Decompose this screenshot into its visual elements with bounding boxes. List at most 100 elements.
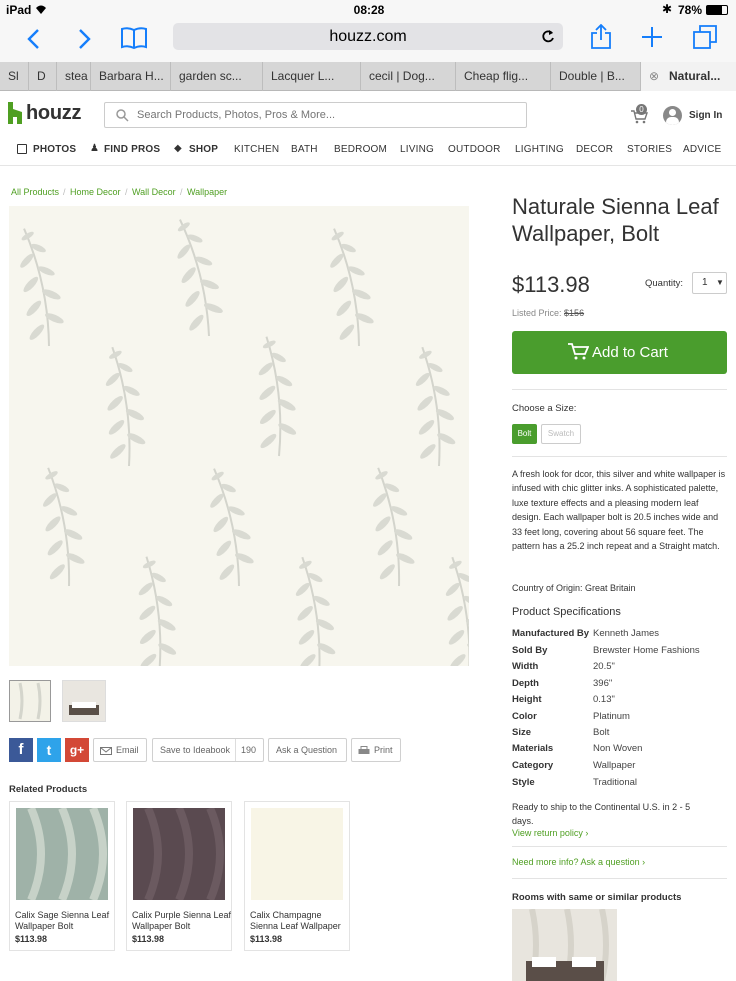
tab[interactable]: Lacquer L... [262, 62, 360, 91]
size-label: Choose a Size: [512, 403, 577, 414]
nav-kitchen[interactable]: KITCHEN [234, 144, 279, 155]
tab-strip: Sl D stea Barbara H... garden sc... Lacq… [0, 62, 736, 91]
product-image[interactable] [9, 206, 469, 666]
room-photo-image [526, 909, 609, 981]
add-to-cart-button[interactable]: Add to Cart [512, 331, 727, 374]
nav-decor[interactable]: DECOR [576, 144, 613, 155]
email-button[interactable]: Email [93, 738, 147, 762]
google-plus-share-icon[interactable]: g+ [65, 738, 89, 762]
tab-label: Natural... [669, 69, 721, 83]
tab[interactable]: Sl [0, 62, 28, 91]
user-avatar-icon[interactable] [663, 106, 682, 125]
breadcrumb-link[interactable]: Wall Decor [132, 187, 176, 197]
ideabook-count: 190 [241, 745, 257, 755]
breadcrumb-link[interactable]: All Products [11, 187, 59, 197]
nav-shop[interactable]: SHOP [189, 144, 218, 155]
tab-label: cecil | Dog... [369, 69, 435, 83]
country-of-origin: Country of Origin: Great Britain [512, 583, 636, 593]
size-option-swatch[interactable]: Swatch [541, 424, 581, 444]
shop-tag-icon: ◆ [174, 143, 182, 154]
listed-price-label: Listed Price: [512, 308, 562, 318]
tab[interactable]: Cheap flig... [455, 62, 550, 91]
ask-question-link[interactable]: Need more info? Ask a question › [512, 857, 645, 867]
search-box[interactable] [104, 102, 527, 128]
thumbnail-pattern[interactable] [9, 680, 51, 722]
photos-icon [17, 144, 27, 154]
sign-in-link[interactable]: Sign In [689, 110, 722, 121]
return-policy-link[interactable]: View return policy › [512, 828, 588, 838]
close-tab-icon[interactable]: ⊗ [649, 62, 659, 91]
spec-value: Bolt [593, 727, 610, 738]
related-product-card[interactable]: Calix Purple Sienna Leaf Wallpaper Bolt … [126, 801, 232, 951]
ask-question-button[interactable]: Ask a Question [268, 738, 347, 762]
product-description: A fresh look for dcor, this silver and w… [512, 469, 726, 552]
save-to-ideabook-button[interactable]: Save to Ideabook 190 [152, 738, 264, 762]
houzz-logo-icon [8, 102, 22, 124]
breadcrumb-separator: / [125, 187, 128, 197]
quantity-select[interactable]: 1 ▼ [692, 272, 727, 294]
tab-label: garden sc... [179, 69, 242, 83]
related-product-card[interactable]: Calix Sage Sienna Leaf Wallpaper Bolt $1… [9, 801, 115, 951]
print-button[interactable]: Print [351, 738, 401, 762]
divider [512, 846, 727, 847]
bookmarks-icon[interactable] [120, 26, 148, 50]
nav-find-pros[interactable]: FIND PROS [104, 144, 160, 155]
search-icon [116, 109, 129, 122]
specs-title: Product Specifications [512, 606, 621, 618]
spec-value: 0.13" [593, 694, 615, 705]
spec-key: Manufactured By [512, 628, 590, 639]
size-option-bolt[interactable]: Bolt [512, 424, 537, 444]
ask-label: Ask a Question [276, 745, 338, 755]
thumbnail-room[interactable] [62, 680, 106, 722]
cart-button[interactable]: 0 [630, 104, 650, 126]
new-tab-icon[interactable] [641, 26, 663, 48]
facebook-share-icon[interactable]: f [9, 738, 33, 762]
tab[interactable]: cecil | Dog... [360, 62, 455, 91]
spec-key: Style [512, 777, 535, 788]
rooms-title: Rooms with same or similar products [512, 892, 682, 903]
breadcrumb-link[interactable]: Home Decor [70, 187, 121, 197]
forward-icon[interactable] [76, 28, 92, 50]
url-bar[interactable]: houzz.com [173, 23, 563, 50]
reload-icon[interactable] [541, 29, 555, 44]
status-bar: iPad 08:28 ✱ 78% [0, 0, 736, 20]
nav-photos[interactable]: PHOTOS [33, 144, 76, 155]
tab-active[interactable]: ⊗ Natural... [640, 62, 736, 91]
tab[interactable]: Double | B... [550, 62, 640, 91]
print-label: Print [374, 745, 393, 755]
nav-living[interactable]: LIVING [400, 144, 434, 155]
share-icon[interactable] [590, 24, 612, 50]
nav-bath[interactable]: BATH [291, 144, 318, 155]
twitter-share-icon[interactable]: t [37, 738, 61, 762]
main-nav: PHOTOS ♟ FIND PROS ◆ SHOP KITCHEN BATH B… [0, 138, 736, 166]
search-input[interactable] [137, 106, 517, 124]
nav-bedroom[interactable]: BEDROOM [334, 144, 387, 155]
nav-outdoor[interactable]: OUTDOOR [448, 144, 501, 155]
email-icon [100, 747, 112, 755]
tabs-icon[interactable] [692, 24, 718, 50]
nav-stories[interactable]: STORIES [627, 144, 672, 155]
related-product-card[interactable]: Calix Champagne Sienna Leaf Wallpaper $1… [244, 801, 350, 951]
tab[interactable]: stea [56, 62, 90, 91]
tab[interactable]: D [28, 62, 56, 91]
spec-value: Platinum [593, 711, 630, 722]
tab-label: Double | B... [559, 69, 625, 83]
back-icon[interactable] [26, 28, 42, 50]
breadcrumb-link[interactable]: Wallpaper [187, 187, 227, 197]
tab-label: Sl [8, 69, 19, 83]
tab-label: D [37, 69, 46, 83]
tab[interactable]: garden sc... [170, 62, 262, 91]
related-product-price: $113.98 [132, 934, 165, 944]
battery-icon [706, 5, 728, 15]
wifi-icon [36, 5, 46, 14]
related-product-price: $113.98 [15, 934, 48, 944]
spec-key: Width [512, 661, 539, 672]
listed-price-value: $156 [564, 308, 585, 318]
sage-leaf-image [27, 806, 107, 902]
room-photo[interactable] [512, 909, 617, 981]
seller-link[interactable]: Brewster Home Fashions [593, 645, 700, 656]
spec-value: Wallpaper [593, 760, 636, 771]
nav-advice[interactable]: ADVICE [683, 144, 721, 155]
tab[interactable]: Barbara H... [90, 62, 170, 91]
nav-lighting[interactable]: LIGHTING [515, 144, 564, 155]
